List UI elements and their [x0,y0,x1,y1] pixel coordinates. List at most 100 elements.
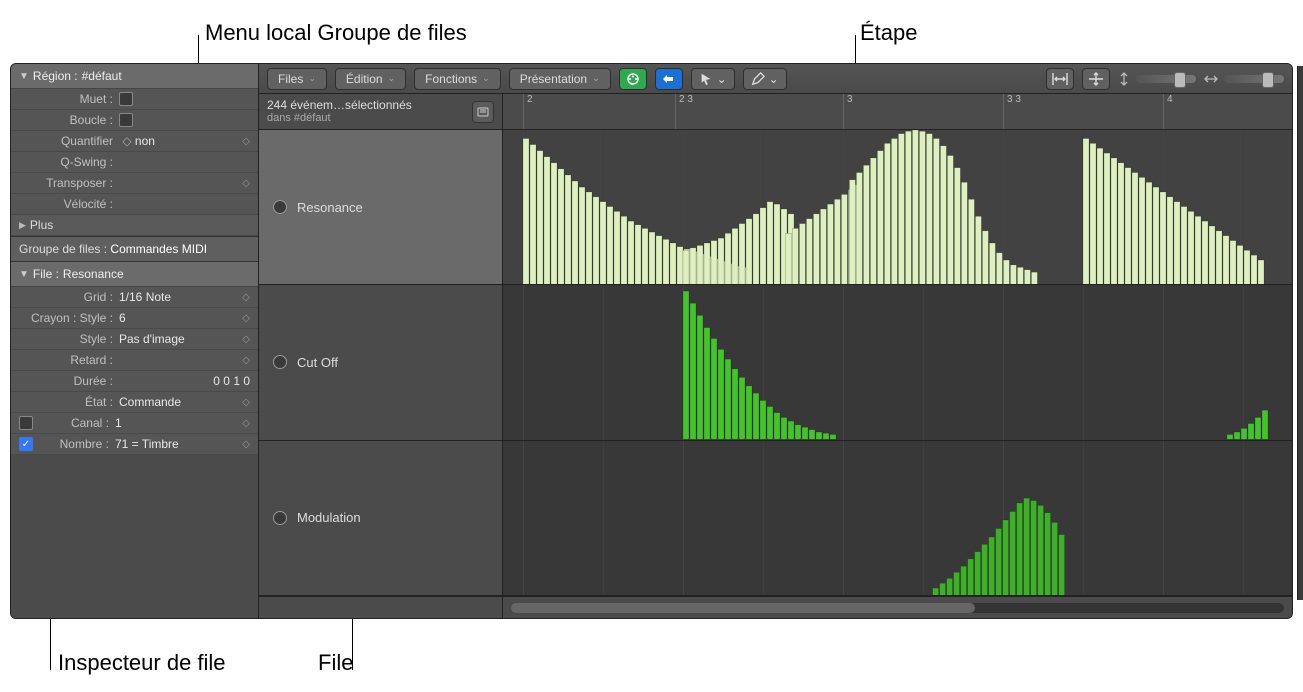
step[interactable] [933,139,939,285]
zoom-v-slider[interactable] [1136,75,1196,83]
horizontal-scrollbar[interactable] [511,603,1284,613]
step[interactable] [711,241,717,285]
stepper-icon[interactable]: ◇ [242,355,250,366]
step[interactable] [816,432,822,439]
step[interactable] [961,182,967,284]
step[interactable] [1097,148,1103,284]
row-etat[interactable]: État : Commande ◇ [11,392,258,413]
step[interactable] [795,425,801,440]
snap-horizontal-button[interactable] [1046,68,1074,90]
step[interactable] [989,537,995,595]
step[interactable] [1003,260,1009,284]
step[interactable] [572,181,578,284]
step[interactable] [1031,500,1037,595]
row-grid[interactable]: Grid : 1/16 Note ◇ [11,287,258,308]
step[interactable] [849,180,855,285]
menu-files[interactable]: Files⌄ [267,68,327,90]
step[interactable] [968,199,974,284]
step[interactable] [718,350,724,440]
step[interactable] [940,146,946,285]
disclosure-triangle-icon[interactable]: ▼ [19,269,29,280]
region-header[interactable]: ▼ Région : #défaut [11,64,258,89]
stepper-icon[interactable]: ◇ [242,136,250,147]
menu-edition[interactable]: Édition⌄ [335,68,406,90]
step[interactable] [1024,270,1030,285]
step[interactable] [905,131,911,284]
step[interactable] [1153,187,1159,284]
step[interactable] [774,413,780,440]
step[interactable] [898,134,904,285]
step[interactable] [544,157,550,285]
step[interactable] [704,243,710,284]
row-duree[interactable]: Durée : 0 0 1 0 [11,371,258,392]
step[interactable] [823,434,829,440]
step[interactable] [683,291,689,439]
pointer-tool-button[interactable]: ⌄ [691,68,735,90]
step[interactable] [1111,158,1117,284]
step[interactable] [1010,511,1016,595]
step[interactable] [933,588,939,595]
step[interactable] [1234,432,1240,439]
step[interactable] [1118,163,1124,285]
step[interactable] [1125,168,1131,285]
step[interactable] [1262,410,1268,439]
row-canal[interactable]: Canal : 1 ◇ [11,413,258,434]
step[interactable] [704,328,710,440]
step[interactable] [586,192,592,284]
step[interactable] [725,359,731,439]
style-value[interactable]: Pas d'image [119,332,242,346]
step[interactable] [1223,236,1229,285]
time-ruler[interactable]: 22 333 34 [503,94,1292,129]
row-plus[interactable]: ▶ Plus [11,215,258,236]
stepper-icon[interactable]: ◇ [242,439,250,450]
lane-header-resonance[interactable]: Resonance [259,130,502,285]
step[interactable] [996,253,1002,285]
etat-value[interactable]: Commande [119,395,242,409]
zoom-h-slider[interactable] [1224,75,1284,83]
canal-checkbox[interactable] [19,416,33,430]
step[interactable] [774,204,780,284]
step[interactable] [1237,245,1243,284]
step[interactable] [834,199,840,284]
step[interactable] [1017,267,1023,284]
quantifier-value[interactable]: non [135,134,242,148]
lane-body-resonance[interactable] [503,130,1292,285]
step[interactable] [1104,153,1110,284]
step[interactable] [954,168,960,285]
row-style[interactable]: Style : Pas d'image ◇ [11,329,258,350]
step[interactable] [753,214,759,284]
step[interactable] [600,202,606,285]
step[interactable] [1132,173,1138,285]
zoom-horizontal[interactable] [1204,73,1284,85]
step[interactable] [975,216,981,284]
step[interactable] [614,211,620,284]
step[interactable] [827,204,833,284]
step[interactable] [1244,250,1250,284]
step[interactable] [732,369,738,439]
step[interactable] [799,224,805,285]
zoom-vertical[interactable] [1118,72,1196,86]
step[interactable] [813,214,819,284]
step[interactable] [863,165,869,284]
step[interactable] [1090,143,1096,284]
step[interactable] [1258,260,1264,284]
step[interactable] [961,566,967,595]
crayon-value[interactable]: 6 [119,311,242,325]
step[interactable] [746,219,752,285]
stepper-icon[interactable]: ◇ [242,418,250,429]
step[interactable] [1059,534,1065,595]
pencil-tool-button[interactable]: ⌄ [743,68,787,90]
lane-select-radio[interactable] [273,200,287,214]
step[interactable] [1139,177,1145,284]
stepper-icon[interactable]: ◇ [242,292,250,303]
step[interactable] [1010,265,1016,284]
row-qswing[interactable]: Q-Swing : [11,152,258,173]
step[interactable] [739,224,745,285]
step[interactable] [1227,435,1233,440]
step[interactable] [1195,216,1201,284]
lane-header-modulation[interactable]: Modulation [259,441,502,596]
step[interactable] [806,219,812,285]
step[interactable] [1181,207,1187,285]
lane-select-radio[interactable] [273,511,287,525]
lane-bodies[interactable] [503,130,1292,596]
